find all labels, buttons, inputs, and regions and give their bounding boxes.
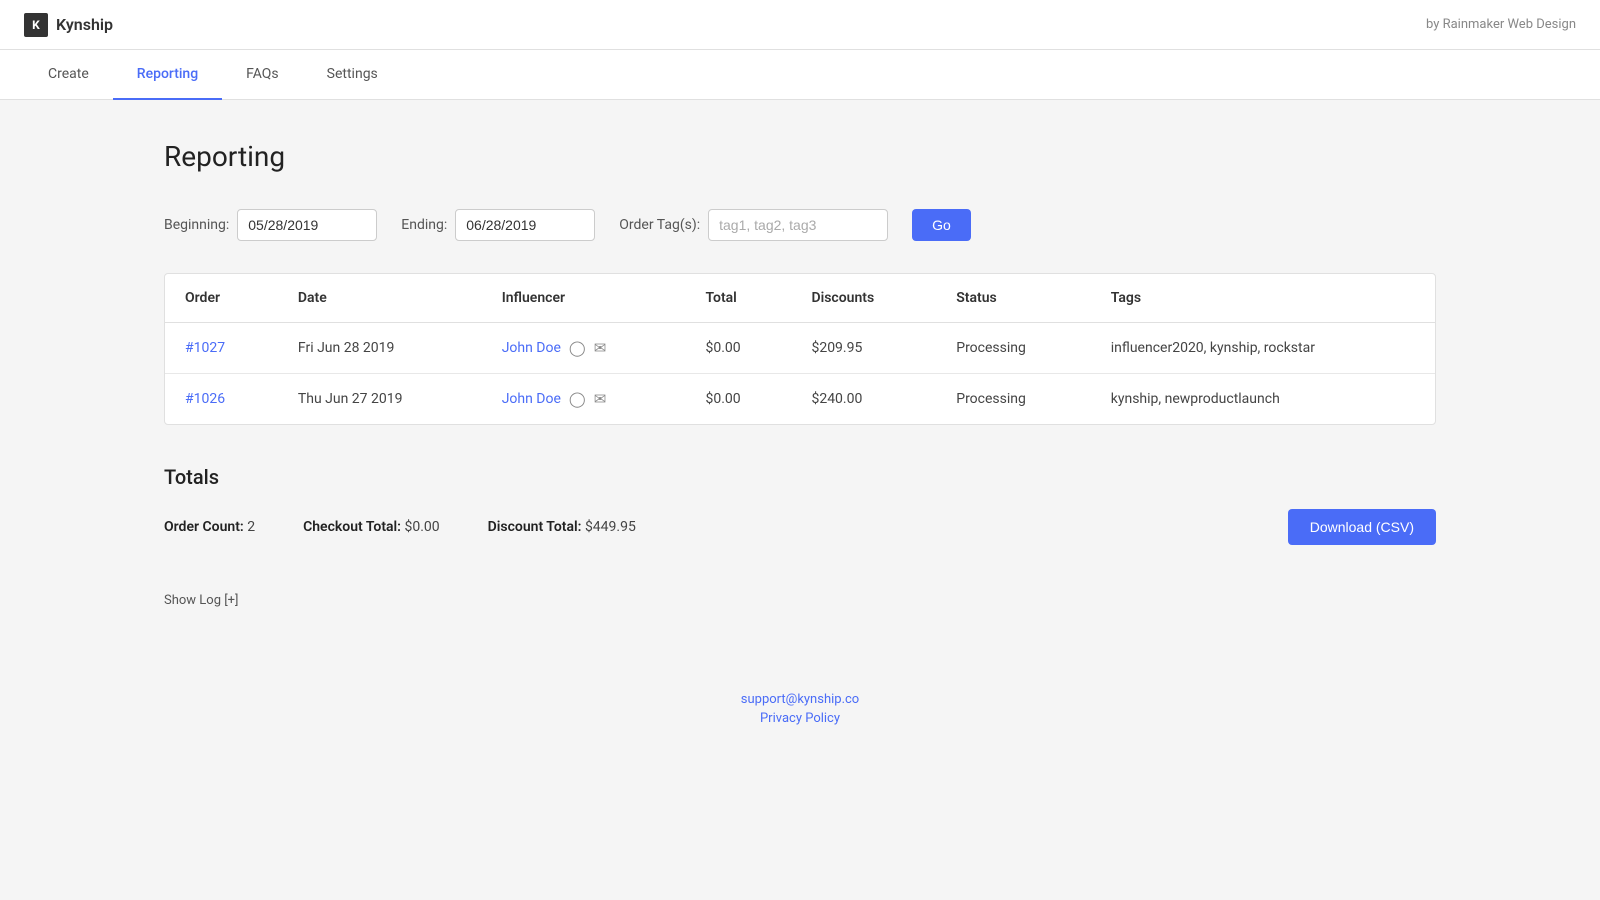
orders-table-container: Order Date Influencer Total Discounts St… [164, 273, 1436, 425]
influencer-cell-1: John Doe ◯ ✉ [502, 390, 666, 408]
col-status: Status [936, 274, 1091, 323]
tags-label: Order Tag(s): [619, 217, 700, 233]
nav: Create Reporting FAQs Settings [0, 50, 1600, 100]
filter-ending: Ending: [401, 209, 595, 241]
order-count: Order Count: 2 [164, 519, 255, 535]
footer: support@kynship.co Privacy Policy [0, 648, 1600, 754]
col-tags: Tags [1091, 274, 1435, 323]
support-email-link[interactable]: support@kynship.co [0, 692, 1600, 707]
total-cell-0: $0.00 [686, 323, 792, 374]
beginning-label: Beginning: [164, 217, 229, 233]
influencer-link-1[interactable]: John Doe [502, 391, 561, 407]
filter-row: Beginning: Ending: Order Tag(s): Go [164, 209, 1436, 241]
top-bar: K Kynship by Rainmaker Web Design [0, 0, 1600, 50]
discounts-cell-1: $240.00 [791, 374, 936, 425]
totals-title: Totals [164, 465, 1436, 489]
download-csv-button[interactable]: Download (CSV) [1288, 509, 1436, 545]
col-total: Total [686, 274, 792, 323]
nav-item-faqs[interactable]: FAQs [222, 50, 303, 100]
order-link-0[interactable]: #1027 [185, 340, 225, 356]
nav-item-create[interactable]: Create [24, 50, 113, 100]
totals-section: Totals Order Count: 2 Checkout Total: $0… [164, 457, 1436, 569]
table-header-row: Order Date Influencer Total Discounts St… [165, 274, 1435, 323]
person-icon-1[interactable]: ◯ [569, 390, 586, 408]
person-icon-0[interactable]: ◯ [569, 339, 586, 357]
discounts-cell-0: $209.95 [791, 323, 936, 374]
table-row: #1027 Fri Jun 28 2019 John Doe ◯ ✉ $0.00… [165, 323, 1435, 374]
app-name: Kynship [56, 15, 113, 34]
mail-icon-1[interactable]: ✉ [594, 390, 607, 408]
tags-cell-0: influencer2020, kynship, rockstar [1091, 323, 1435, 374]
influencer-link-0[interactable]: John Doe [502, 340, 561, 356]
col-influencer: Influencer [482, 274, 686, 323]
show-log-link[interactable]: Show Log [+] [164, 593, 239, 608]
ending-input[interactable] [455, 209, 595, 241]
totals-row: Order Count: 2 Checkout Total: $0.00 Dis… [164, 509, 1436, 545]
date-cell-1: Thu Jun 27 2019 [278, 374, 482, 425]
go-button[interactable]: Go [912, 209, 971, 241]
filter-tags: Order Tag(s): [619, 209, 888, 241]
checkout-total: Checkout Total: $0.00 [303, 519, 440, 535]
table-row: #1026 Thu Jun 27 2019 John Doe ◯ ✉ $0.00… [165, 374, 1435, 425]
mail-icon-0[interactable]: ✉ [594, 339, 607, 357]
discount-total: Discount Total: $449.95 [488, 519, 636, 535]
order-link-1[interactable]: #1026 [185, 391, 225, 407]
status-cell-0: Processing [936, 323, 1091, 374]
credit-text: by Rainmaker Web Design [1426, 17, 1576, 32]
date-cell-0: Fri Jun 28 2019 [278, 323, 482, 374]
status-cell-1: Processing [936, 374, 1091, 425]
tags-cell-1: kynship, newproductlaunch [1091, 374, 1435, 425]
filter-beginning: Beginning: [164, 209, 377, 241]
nav-item-settings[interactable]: Settings [303, 50, 402, 100]
influencer-cell-0: John Doe ◯ ✉ [502, 339, 666, 357]
page-title: Reporting [164, 140, 1436, 173]
beginning-input[interactable] [237, 209, 377, 241]
col-discounts: Discounts [791, 274, 936, 323]
ending-label: Ending: [401, 217, 447, 233]
nav-item-reporting[interactable]: Reporting [113, 50, 222, 100]
col-date: Date [278, 274, 482, 323]
col-order: Order [165, 274, 278, 323]
orders-table: Order Date Influencer Total Discounts St… [165, 274, 1435, 424]
total-cell-1: $0.00 [686, 374, 792, 425]
logo-icon: K [24, 13, 48, 37]
logo: K Kynship [24, 13, 113, 37]
main-content: Reporting Beginning: Ending: Order Tag(s… [140, 100, 1460, 648]
privacy-policy-link[interactable]: Privacy Policy [0, 711, 1600, 726]
tags-input[interactable] [708, 209, 888, 241]
